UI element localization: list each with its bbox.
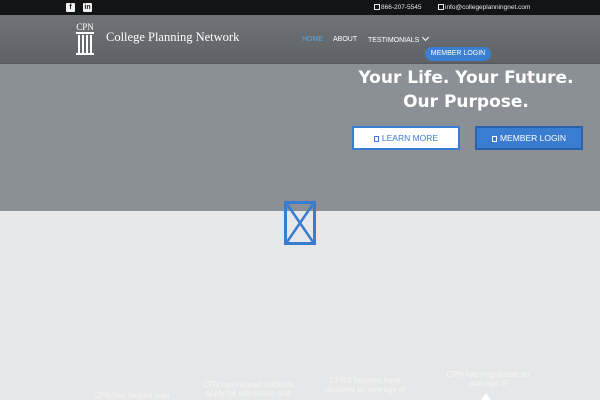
- learn-more-label: LEARN MORE: [381, 133, 439, 143]
- nav-home[interactable]: HOME: [302, 35, 323, 45]
- user-icon: [491, 135, 497, 142]
- logo-mark-text: CPN: [76, 22, 94, 32]
- headline-line-1: Your Life. Your Future.: [358, 68, 574, 88]
- stat-3-line-1: CPN's families have: [329, 376, 401, 385]
- email-link[interactable]: info@collegeplanningnet.com: [438, 3, 530, 12]
- chevron-down-icon: [422, 33, 430, 42]
- member-login-label: MEMBER LOGIN: [499, 133, 567, 143]
- nav-testimonials-label: TESTIMONIALS: [368, 37, 420, 44]
- stat-2-line-2: apply for admission and: [205, 389, 291, 398]
- stat-families-received: CPN's families have received an average …: [315, 376, 415, 394]
- stat-1-line-1: CPN has helped over: [93, 391, 171, 400]
- pointer-notch: [481, 393, 491, 400]
- stat-admission-help: CPN has helped students apply for admiss…: [196, 380, 300, 398]
- phone-number: 866-207-5545: [381, 4, 422, 11]
- stat-students-helped: CPN has helped over: [82, 391, 182, 400]
- stat-negotiated-average: CPN has negotiated an average of: [433, 370, 543, 388]
- nav-about[interactable]: ABOUT: [333, 35, 357, 45]
- hero-member-login-button[interactable]: MEMBER LOGIN: [475, 126, 583, 150]
- learn-more-button[interactable]: LEARN MORE: [352, 126, 460, 150]
- top-bar: f in 866-207-5545 info@collegeplanningne…: [0, 0, 600, 15]
- main-header: CPN College Planning Network HOME ABOUT …: [0, 15, 600, 64]
- stat-4-line-2: average of: [469, 379, 507, 388]
- nav-member-login-button[interactable]: MEMBER LOGIN: [425, 47, 491, 61]
- phone-icon: [374, 3, 380, 10]
- stat-3-line-2: received an average of: [324, 385, 406, 394]
- info-icon: [373, 135, 379, 142]
- email-address: info@collegeplanningnet.com: [445, 4, 531, 11]
- stat-4-line-1: CPN has negotiated an: [446, 370, 530, 379]
- linkedin-icon[interactable]: in: [83, 3, 92, 12]
- broken-image-icon: [284, 201, 316, 245]
- brand-name[interactable]: College Planning Network: [106, 30, 239, 45]
- headline-line-2: Our Purpose.: [403, 92, 529, 112]
- facebook-icon[interactable]: f: [66, 3, 75, 12]
- stat-2-line-1: CPN has helped students: [202, 380, 294, 389]
- hero-headline: Your Life. Your Future. Our Purpose.: [350, 66, 582, 114]
- envelope-icon: [438, 3, 444, 10]
- nav-testimonials[interactable]: TESTIMONIALS: [368, 33, 430, 46]
- phone-link[interactable]: 866-207-5545: [374, 3, 421, 12]
- logo-icon[interactable]: CPN: [70, 21, 100, 59]
